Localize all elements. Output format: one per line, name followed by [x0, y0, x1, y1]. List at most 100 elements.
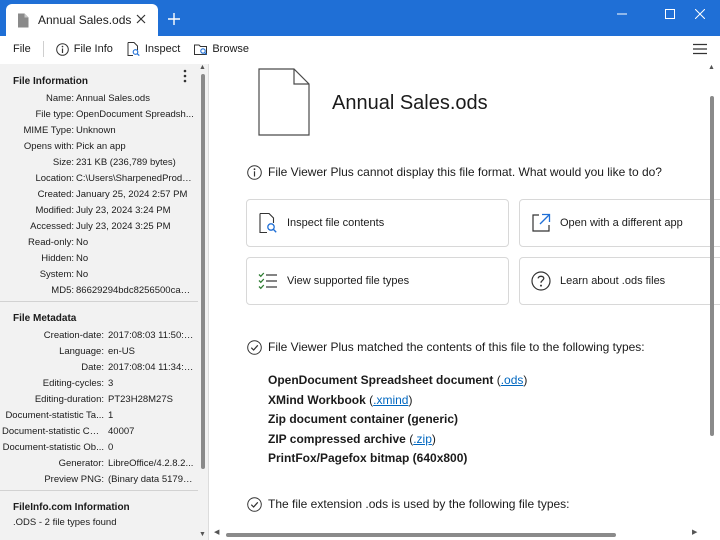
- new-tab-button[interactable]: [164, 9, 184, 29]
- extension-usage-text: The file extension .ods is used by the f…: [268, 497, 570, 511]
- tab-label: Annual Sales.ods: [38, 13, 132, 27]
- scroll-up-icon[interactable]: ▲: [199, 64, 206, 71]
- metadata-row: Document-statistic Ob... 0: [0, 440, 198, 456]
- type-name: PrintFox/Pagefox bitmap (640x800): [268, 451, 468, 465]
- extension-link[interactable]: .zip: [413, 432, 432, 446]
- card-label: View supported file types: [287, 275, 410, 287]
- info-row-location: Location: C:\Users\SharpenedProdu...: [0, 171, 198, 187]
- view-supported-file-types-button[interactable]: View supported file types: [246, 257, 509, 305]
- info-key: Location:: [35, 173, 74, 184]
- section-divider: [0, 490, 198, 491]
- learn-about-ods-button[interactable]: Learn about .ods files: [519, 257, 720, 305]
- sidebar-scrollbar[interactable]: ▲ ▼: [198, 64, 208, 540]
- inspect-file-contents-button[interactable]: Inspect file contents: [246, 199, 509, 247]
- hamburger-menu-icon[interactable]: [692, 41, 708, 57]
- minimize-button[interactable]: [602, 0, 642, 28]
- sidebar-scroll-thumb[interactable]: [201, 74, 205, 469]
- info-row-name: Name: Annual Sales.ods: [0, 91, 198, 107]
- info-key: System:: [39, 269, 74, 280]
- info-row-hidden: Hidden: No: [0, 251, 198, 267]
- info-key: Name:: [46, 93, 74, 104]
- metadata-value: LibreOffice/4.2.8.2...: [108, 458, 194, 469]
- section-divider: [0, 301, 198, 302]
- scroll-down-icon[interactable]: ▼: [199, 531, 206, 538]
- metadata-row: Generator: LibreOffice/4.2.8.2...: [0, 456, 198, 472]
- browse-label: Browse: [212, 43, 250, 55]
- ext-open-paren: (: [493, 373, 501, 387]
- file-menu-button[interactable]: File: [9, 38, 35, 60]
- large-document-icon: [258, 68, 310, 136]
- metadata-key: Editing-cycles:: [42, 378, 104, 389]
- info-row-size: Size: 231 KB (236,789 bytes): [0, 155, 198, 171]
- info-icon: [246, 164, 262, 180]
- file-metadata-heading: File Metadata: [13, 313, 77, 324]
- close-window-button[interactable]: [680, 0, 720, 28]
- metadata-row: Editing-cycles: 3: [0, 376, 198, 392]
- metadata-key: Document-statistic Cel...: [2, 426, 104, 437]
- matched-types-list: OpenDocument Spreadsheet document (.ods)…: [268, 371, 527, 469]
- scroll-up-icon[interactable]: ▲: [708, 64, 715, 71]
- type-name: ZIP compressed archive: [268, 431, 406, 446]
- type-name: OpenDocument Spreadsheet document: [268, 373, 494, 387]
- file-info-button[interactable]: File Info: [52, 38, 117, 60]
- file-info-label: File Info: [73, 43, 113, 55]
- open-external-icon: [530, 212, 552, 234]
- document-icon: [16, 12, 30, 28]
- info-row-created: Created: January 25, 2024 2:57 PM: [0, 187, 198, 203]
- info-key: Modified:: [35, 205, 74, 216]
- toolbar: File File Info Inspect Browse: [0, 36, 720, 62]
- info-key: Size:: [52, 157, 74, 168]
- metadata-row: Language: en-US: [0, 344, 198, 360]
- file-information-heading: File Information: [13, 76, 88, 87]
- info-value: January 25, 2024 2:57 PM: [76, 189, 188, 200]
- close-tab-icon[interactable]: [134, 12, 148, 26]
- info-value: July 23, 2024 3:24 PM: [76, 205, 171, 216]
- info-value: Unknown: [76, 125, 116, 136]
- main-scroll-thumb[interactable]: [710, 96, 714, 436]
- info-key: Accessed:: [30, 221, 74, 232]
- info-value: 231 KB (236,789 bytes): [76, 157, 176, 168]
- metadata-row: Document-statistic Cel... 40007: [0, 424, 198, 440]
- info-row-file-type: File type: OpenDocument Spreadsh...: [0, 107, 198, 123]
- scroll-right-icon[interactable]: ▶: [692, 528, 697, 536]
- metadata-value: en-US: [108, 346, 135, 357]
- matched-type-item: XMind Workbook (.xmind): [268, 391, 527, 411]
- title-bar: Annual Sales.ods: [0, 0, 720, 36]
- cannot-display-message: File Viewer Plus cannot display this fil…: [246, 164, 662, 180]
- main-hscroll-thumb[interactable]: [226, 533, 616, 537]
- scroll-left-icon[interactable]: ◀: [214, 528, 219, 536]
- main-horizontal-scrollbar[interactable]: ◀ ▶: [212, 528, 706, 540]
- extension-usage-message: The file extension .ods is used by the f…: [246, 496, 570, 512]
- metadata-key: Editing-duration:: [34, 394, 104, 405]
- info-value: July 23, 2024 3:25 PM: [76, 221, 171, 232]
- fileinfo-com-summary: .ODS - 2 file types found: [13, 517, 117, 528]
- info-key: Hidden:: [41, 253, 74, 264]
- main-vertical-scrollbar[interactable]: ▲: [706, 64, 718, 540]
- inspect-button[interactable]: Inspect: [123, 38, 184, 60]
- info-value: No: [76, 269, 89, 280]
- extension-link[interactable]: .ods: [501, 373, 524, 387]
- fileinfo-com-heading: FileInfo.com Information: [13, 502, 130, 513]
- card-label: Learn about .ods files: [560, 275, 666, 287]
- metadata-row: Document-statistic Ta... 1: [0, 408, 198, 424]
- check-circle-icon: [246, 339, 262, 355]
- folder-search-icon: [194, 42, 208, 56]
- info-row-mime-type: MIME Type: Unknown: [0, 123, 198, 139]
- extension-link[interactable]: .xmind: [373, 393, 408, 407]
- info-value: No: [76, 237, 89, 248]
- metadata-row: Date: 2017:08:04 11:34:04: [0, 360, 198, 376]
- ext-close-paren: ): [523, 373, 528, 387]
- info-icon: [56, 42, 70, 56]
- tab-annual-sales[interactable]: Annual Sales.ods: [6, 4, 158, 36]
- metadata-value: 2017:08:04 11:34:04: [108, 362, 194, 373]
- info-value: Pick an app: [76, 141, 126, 152]
- metadata-key: Document-statistic Ob...: [2, 442, 104, 453]
- info-key: MD5:: [51, 285, 74, 296]
- info-row-opens-with: Opens with: Pick an app: [0, 139, 198, 155]
- browse-button[interactable]: Browse: [190, 38, 253, 60]
- more-options-icon[interactable]: [180, 68, 190, 84]
- info-row-accessed: Accessed: July 23, 2024 3:25 PM: [0, 219, 198, 235]
- matched-types-message: File Viewer Plus matched the contents of…: [246, 339, 645, 355]
- open-with-different-app-button[interactable]: Open with a different app: [519, 199, 720, 247]
- inspect-icon: [127, 42, 141, 56]
